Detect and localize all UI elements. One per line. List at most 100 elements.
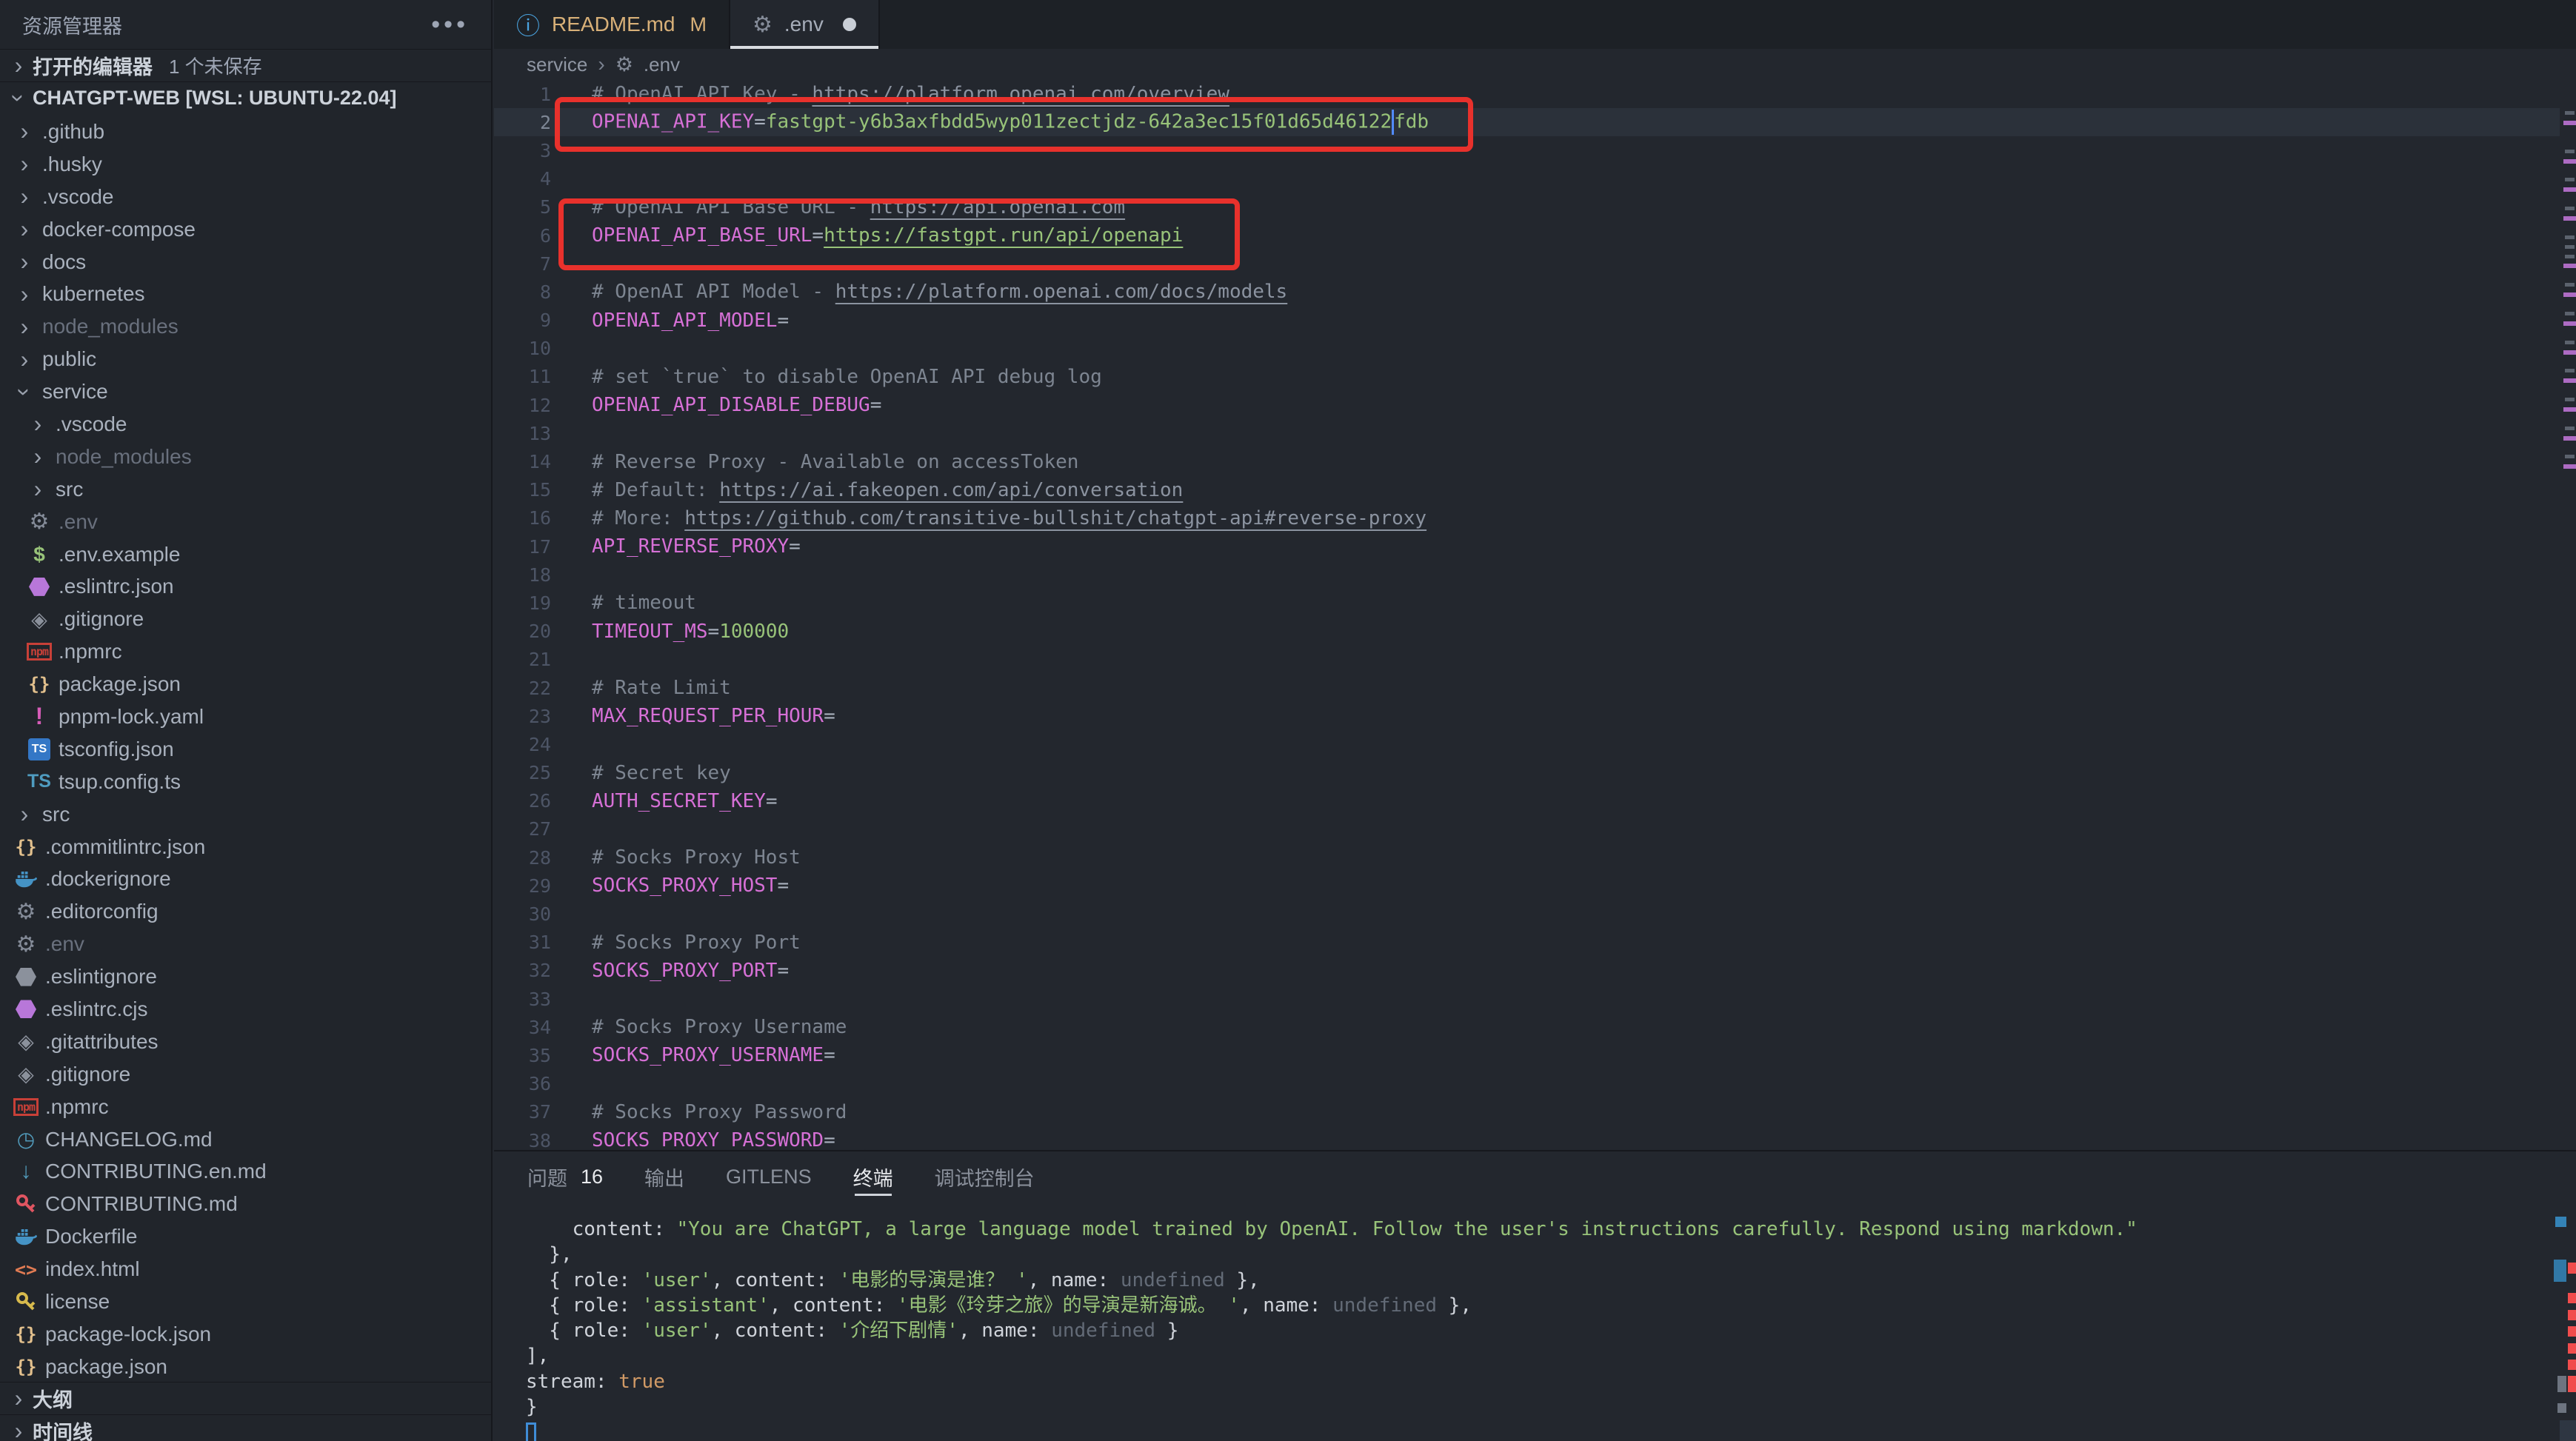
panel-tab-gitlens[interactable]: GITLENS bbox=[726, 1151, 812, 1202]
code-line-9[interactable]: 9OPENAI_API_MODEL= bbox=[494, 307, 2576, 335]
tree-item-.husky[interactable]: ›.husky bbox=[0, 148, 491, 181]
code-line-38[interactable]: 38SOCKS_PROXY_PASSWORD= bbox=[494, 1126, 2576, 1150]
terminal-line bbox=[526, 1420, 2138, 1441]
tree-item-.editorconfig[interactable]: ⚙.editorconfig bbox=[0, 895, 491, 928]
section-outline[interactable]: › 大纲 bbox=[0, 1382, 491, 1414]
code-line-11[interactable]: 11# set `true` to disable OpenAI API deb… bbox=[494, 363, 2576, 391]
code-line-13[interactable]: 13 bbox=[494, 419, 2576, 447]
tree-item-CONTRIBUTING.md[interactable]: CONTRIBUTING.md bbox=[0, 1188, 491, 1220]
code-line-29[interactable]: 29SOCKS_PROXY_HOST= bbox=[494, 872, 2576, 900]
code-line-8[interactable]: 8# OpenAI API Model - https://platform.o… bbox=[494, 278, 2576, 306]
code-line-32[interactable]: 32SOCKS_PROXY_PORT= bbox=[494, 957, 2576, 985]
code-line-14[interactable]: 14# Reverse Proxy - Available on accessT… bbox=[494, 447, 2576, 475]
code-line-27[interactable]: 27 bbox=[494, 815, 2576, 843]
tree-item-.npmrc[interactable]: npm.npmrc bbox=[0, 1091, 491, 1123]
tree-item-node_modules[interactable]: ›node_modules bbox=[0, 441, 491, 473]
code-line-31[interactable]: 31# Socks Proxy Port bbox=[494, 929, 2576, 957]
tree-item-.gitignore[interactable]: ◈.gitignore bbox=[0, 1058, 491, 1091]
code-line-25[interactable]: 25# Secret key bbox=[494, 759, 2576, 787]
code-line-24[interactable]: 24 bbox=[494, 730, 2576, 758]
code-line-17[interactable]: 17API_REVERSE_PROXY= bbox=[494, 532, 2576, 561]
tree-item-.eslintrc.cjs[interactable]: .eslintrc.cjs bbox=[0, 993, 491, 1026]
code-line-16[interactable]: 16# More: https://github.com/transitive-… bbox=[494, 504, 2576, 532]
tree-item-tsconfig.json[interactable]: TStsconfig.json bbox=[0, 733, 491, 766]
tree-item-package.json[interactable]: {}package.json bbox=[0, 1351, 491, 1383]
tree-item-service[interactable]: ›service bbox=[0, 375, 491, 408]
chevron-right-icon: › bbox=[10, 248, 39, 275]
tree-item-index.html[interactable]: <>index.html bbox=[0, 1253, 491, 1285]
tree-item-.gitignore[interactable]: ◈.gitignore bbox=[0, 603, 491, 635]
code-line-35[interactable]: 35SOCKS_PROXY_USERNAME= bbox=[494, 1041, 2576, 1069]
tree-item-CONTRIBUTING.en.md[interactable]: ↓CONTRIBUTING.en.md bbox=[0, 1156, 491, 1188]
section-timeline[interactable]: › 时间线 bbox=[0, 1414, 491, 1441]
tree-item-docs[interactable]: ›docs bbox=[0, 246, 491, 278]
panel-tab-terminal[interactable]: 终端 bbox=[853, 1151, 893, 1202]
code-line-12[interactable]: 12OPENAI_API_DISABLE_DEBUG= bbox=[494, 391, 2576, 419]
tree-item-.npmrc[interactable]: npm.npmrc bbox=[0, 635, 491, 668]
code-text: SOCKS_PROXY_USERNAME= bbox=[592, 1044, 835, 1066]
terminal-scrollbar-thumb[interactable] bbox=[2560, 1420, 2576, 1441]
git-icon: ◈ bbox=[24, 604, 55, 634]
panel-tab-debug-console[interactable]: 调试控制台 bbox=[935, 1151, 1035, 1202]
line-number: 8 bbox=[494, 281, 551, 303]
tree-item-src[interactable]: ›src bbox=[0, 473, 491, 506]
tree-item-docker-compose[interactable]: ›docker-compose bbox=[0, 213, 491, 246]
tree-item-CHANGELOG.md[interactable]: ◷CHANGELOG.md bbox=[0, 1123, 491, 1156]
dirty-dot-icon[interactable] bbox=[843, 18, 856, 31]
code-line-37[interactable]: 37# Socks Proxy Password bbox=[494, 1098, 2576, 1126]
code-line-30[interactable]: 30 bbox=[494, 900, 2576, 928]
tree-item-license[interactable]: license bbox=[0, 1285, 491, 1318]
tree-item-.env[interactable]: ⚙.env bbox=[0, 928, 491, 960]
panel-tab-problems[interactable]: 问题16 bbox=[527, 1151, 603, 1202]
code-line-10[interactable]: 10 bbox=[494, 335, 2576, 363]
tree-item-kubernetes[interactable]: ›kubernetes bbox=[0, 278, 491, 310]
tree-item-package-lock.json[interactable]: {}package-lock.json bbox=[0, 1318, 491, 1351]
code-editor[interactable]: 1# OpenAI API Key - https://platform.ope… bbox=[494, 80, 2576, 1150]
code-line-19[interactable]: 19# timeout bbox=[494, 589, 2576, 617]
chevron-right-icon: › bbox=[10, 281, 39, 308]
code-line-21[interactable]: 21 bbox=[494, 646, 2576, 674]
tree-item-Dockerfile[interactable]: Dockerfile bbox=[0, 1220, 491, 1253]
tree-item-.env.example[interactable]: $.env.example bbox=[0, 538, 491, 571]
code-line-22[interactable]: 22# Rate Limit bbox=[494, 674, 2576, 702]
tree-item-label: CONTRIBUTING.en.md bbox=[45, 1160, 267, 1183]
panel-tab-output[interactable]: 输出 bbox=[644, 1151, 684, 1202]
tree-item-.dockerignore[interactable]: .dockerignore bbox=[0, 863, 491, 895]
tab-readme[interactable]: ⓘREADME.mdM bbox=[494, 0, 730, 49]
section-project-root[interactable]: › CHATGPT-WEB [WSL: UBUNTU-22.04] bbox=[0, 81, 491, 114]
more-actions-icon[interactable]: ••• bbox=[431, 17, 469, 32]
tree-item-.vscode[interactable]: ›.vscode bbox=[0, 181, 491, 213]
tree-item-.env[interactable]: ⚙.env bbox=[0, 506, 491, 538]
tree-item-tsup.config.ts[interactable]: TStsup.config.ts bbox=[0, 766, 491, 798]
code-line-20[interactable]: 20TIMEOUT_MS=100000 bbox=[494, 618, 2576, 646]
code-line-28[interactable]: 28# Socks Proxy Host bbox=[494, 843, 2576, 872]
tree-item-.github[interactable]: ›.github bbox=[0, 116, 491, 148]
code-line-18[interactable]: 18 bbox=[494, 561, 2576, 589]
bottom-panel: 问题16 输出 GITLENS 终端调试控制台 content: "You are C… bbox=[494, 1150, 2576, 1441]
code-line-36[interactable]: 36 bbox=[494, 1070, 2576, 1098]
tree-item-src[interactable]: ›src bbox=[0, 798, 491, 831]
tree-item-.commitlintrc.json[interactable]: {}.commitlintrc.json bbox=[0, 831, 491, 863]
section-open-editors[interactable]: › 打开的编辑器 1 个未保存 bbox=[0, 49, 491, 81]
code-line-34[interactable]: 34# Socks Proxy Username bbox=[494, 1013, 2576, 1041]
code-line-4[interactable]: 4 bbox=[494, 165, 2576, 193]
code-text: # Default: https://ai.fakeopen.com/api/c… bbox=[592, 479, 1183, 501]
tree-item-.eslintrc.json[interactable]: .eslintrc.json bbox=[0, 570, 491, 603]
tree-item-.vscode[interactable]: ›.vscode bbox=[0, 408, 491, 441]
tree-item-label: .gitattributes bbox=[45, 1030, 159, 1054]
tab-env[interactable]: ⚙.env bbox=[730, 0, 880, 49]
tree-item-.eslintignore[interactable]: .eslintignore bbox=[0, 960, 491, 993]
tree-item-node_modules[interactable]: ›node_modules bbox=[0, 310, 491, 343]
code-line-15[interactable]: 15# Default: https://ai.fakeopen.com/api… bbox=[494, 476, 2576, 504]
terminal[interactable]: content: "You are ChatGPT, a large langu… bbox=[526, 1217, 2138, 1441]
tree-item-public[interactable]: ›public bbox=[0, 343, 491, 375]
tree-item-package.json[interactable]: {}package.json bbox=[0, 668, 491, 701]
code-line-33[interactable]: 33 bbox=[494, 985, 2576, 1013]
code-line-26[interactable]: 26AUTH_SECRET_KEY= bbox=[494, 787, 2576, 815]
breadcrumb-item-env[interactable]: .env bbox=[644, 53, 680, 76]
tree-item-.gitattributes[interactable]: ◈.gitattributes bbox=[0, 1026, 491, 1058]
code-line-23[interactable]: 23MAX_REQUEST_PER_HOUR= bbox=[494, 702, 2576, 730]
breadcrumb-item-service[interactable]: service bbox=[527, 53, 587, 76]
timeline-label: 时间线 bbox=[33, 1417, 93, 1441]
tree-item-pnpm-lock.yaml[interactable]: !pnpm-lock.yaml bbox=[0, 701, 491, 733]
